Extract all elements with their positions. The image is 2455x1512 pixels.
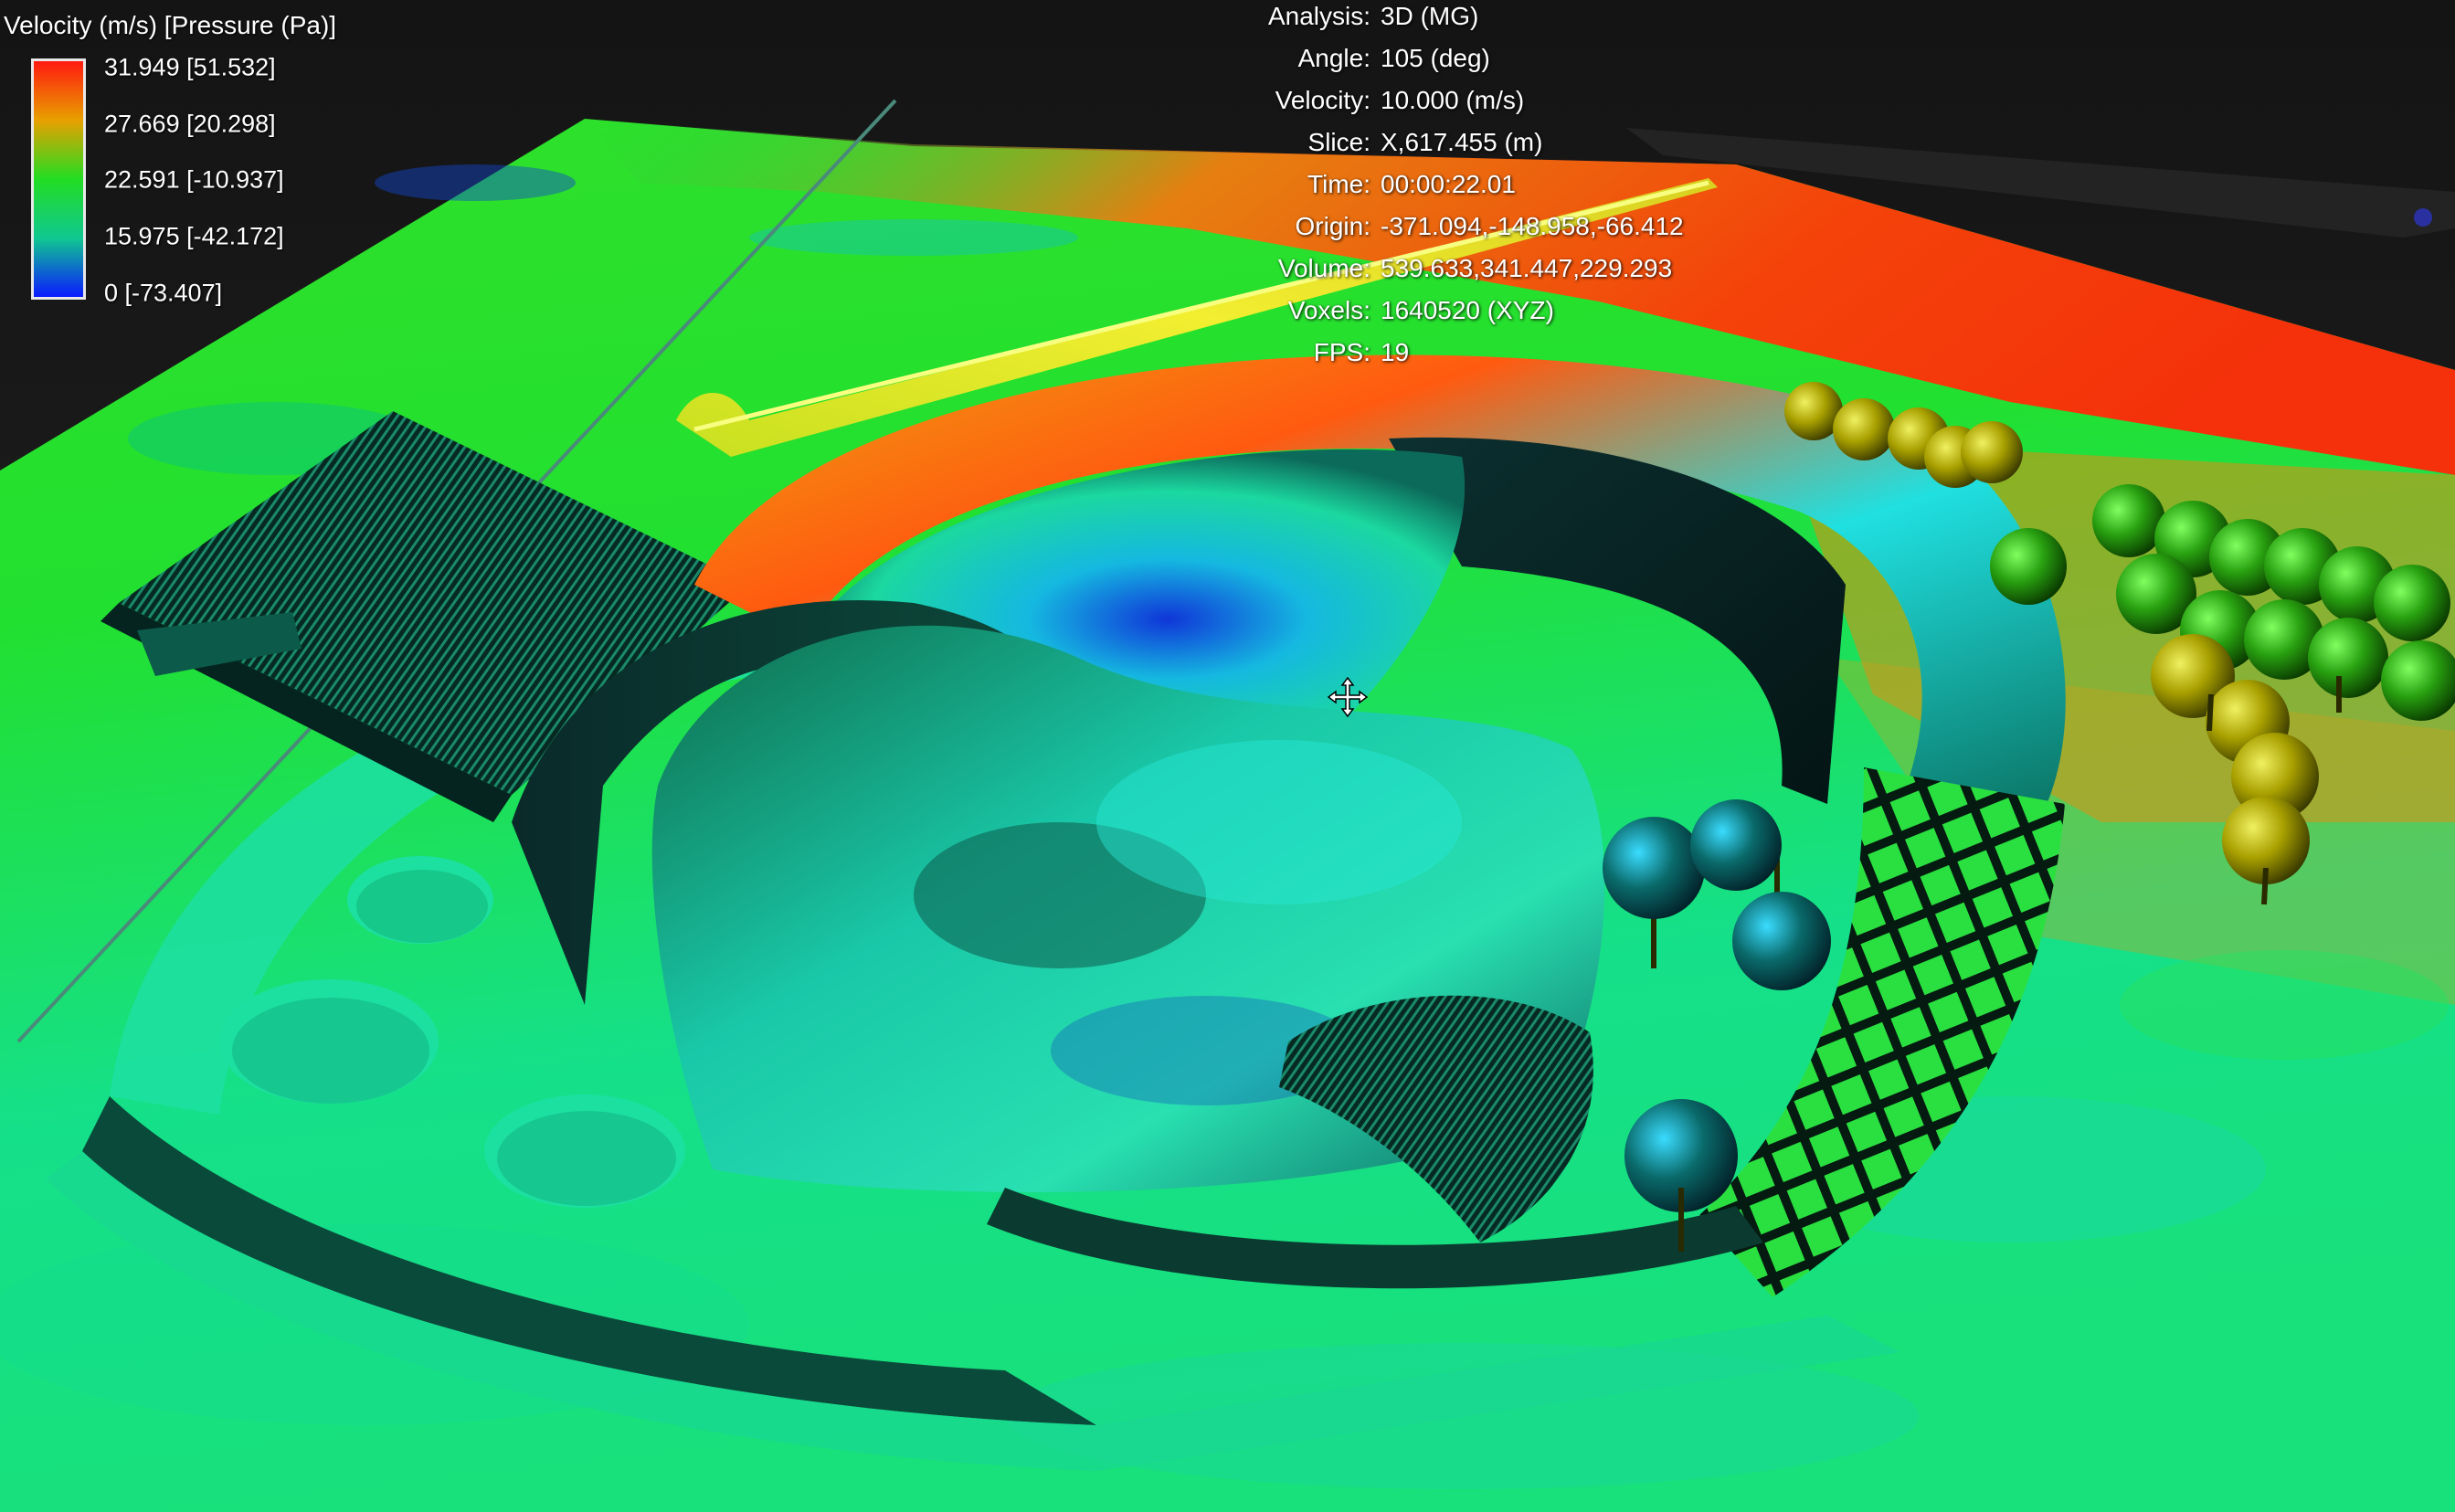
- info-row-velocity: Velocity: 10.000 (m/s): [1096, 86, 1754, 122]
- legend-label-high: 27.669 [20.298]: [104, 110, 276, 138]
- info-key: FPS:: [1313, 338, 1370, 366]
- info-value: 105 (deg): [1381, 44, 1490, 72]
- info-row-volume: Volume: 539.633,341.447,229.293: [1096, 254, 1754, 291]
- legend-label-max: 31.949 [51.532]: [104, 53, 276, 81]
- info-value: 539.633,341.447,229.293: [1381, 254, 1673, 282]
- simulation-info-panel: Analysis: 3D (MG) Angle: 105 (deg) Veloc…: [1096, 0, 1754, 384]
- legend-label-mid: 22.591 [-10.937]: [104, 165, 284, 194]
- info-key: Origin:: [1295, 212, 1370, 240]
- info-value: 10.000 (m/s): [1381, 86, 1525, 114]
- 3d-viewport[interactable]: Velocity (m/s) [Pressure (Pa)] 31.949 [5…: [0, 0, 2455, 1512]
- info-value: 3D (MG): [1381, 2, 1479, 30]
- info-row-slice: Slice: X,617.455 (m): [1096, 128, 1754, 164]
- legend-title: Velocity (m/s) [Pressure (Pa)]: [4, 11, 337, 39]
- info-row-fps: FPS: 19: [1096, 338, 1754, 375]
- move-cursor-icon: [1327, 676, 1369, 718]
- info-key: Analysis:: [1267, 2, 1370, 30]
- legend-label-low: 15.975 [-42.172]: [104, 222, 284, 250]
- legend-color-bar: [31, 58, 86, 300]
- info-key: Angle:: [1297, 44, 1370, 72]
- info-value: X,617.455 (m): [1381, 128, 1543, 156]
- info-key: Time:: [1307, 170, 1370, 198]
- color-legend: Velocity (m/s) [Pressure (Pa)] 31.949 [5…: [0, 0, 384, 329]
- info-key: Velocity:: [1275, 86, 1370, 114]
- legend-label-min: 0 [-73.407]: [104, 279, 223, 307]
- info-row-origin: Origin: -371.094,-148.958,-66.412: [1096, 212, 1754, 248]
- info-key: Voxels:: [1287, 296, 1370, 324]
- info-key: Slice:: [1307, 128, 1370, 156]
- info-row-time: Time: 00:00:22.01: [1096, 170, 1754, 206]
- info-row-angle: Angle: 105 (deg): [1096, 44, 1754, 80]
- info-row-voxels: Voxels: 1640520 (XYZ): [1096, 296, 1754, 333]
- info-value: -371.094,-148.958,-66.412: [1381, 212, 1684, 240]
- info-value: 00:00:22.01: [1381, 170, 1516, 198]
- info-row-analysis: Analysis: 3D (MG): [1096, 2, 1754, 38]
- info-key: Volume:: [1277, 254, 1370, 282]
- info-value: 1640520 (XYZ): [1381, 296, 1554, 324]
- info-value: 19: [1381, 338, 1410, 366]
